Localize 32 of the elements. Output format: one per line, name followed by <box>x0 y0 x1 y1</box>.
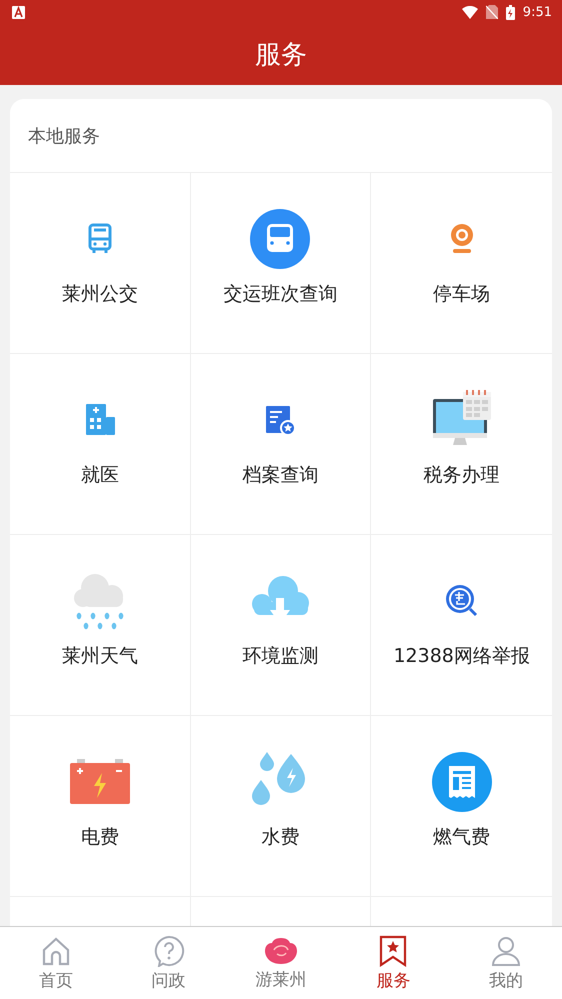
battery-icon <box>68 759 131 805</box>
document-star-icon <box>264 404 296 436</box>
wifi-icon <box>462 6 478 18</box>
section-title: 本地服务 <box>28 124 100 148</box>
star-flag-icon <box>378 934 408 966</box>
service-item[interactable]: 电费 <box>10 716 191 897</box>
service-item[interactable]: 停车场 <box>371 173 552 354</box>
tab[interactable]: 问政 <box>112 927 225 999</box>
app-notification-icon <box>12 6 25 18</box>
bill-icon <box>430 751 493 813</box>
user-icon <box>490 934 521 966</box>
service-item[interactable]: 莱州天气 <box>10 535 191 716</box>
service-item[interactable]: 就医 <box>10 354 191 535</box>
no-sim-icon <box>486 5 498 19</box>
battery-charging-icon <box>506 4 515 20</box>
tab[interactable]: 我的 <box>450 927 562 999</box>
service-item[interactable]: 税务办理 <box>371 354 552 535</box>
search-icon <box>444 583 480 619</box>
page-title: 服务 <box>255 39 307 72</box>
tab[interactable]: 首页 <box>0 927 112 999</box>
service-item[interactable]: 水费 <box>190 716 372 897</box>
bus-icon <box>249 208 312 270</box>
help-icon <box>152 934 185 966</box>
service-item[interactable]: 莱州公交 <box>10 173 191 354</box>
service-item[interactable]: 12388网络举报 <box>371 535 552 716</box>
tab[interactable]: 游莱州 <box>224 927 338 999</box>
status-time: 9:51 <box>522 4 552 20</box>
service-item[interactable]: 交运班次查询 <box>190 173 372 354</box>
tab[interactable]: 服务 <box>337 927 450 999</box>
service-item[interactable]: 燃气费 <box>371 716 552 897</box>
service-item[interactable]: 环境监测 <box>190 535 372 716</box>
service-item[interactable]: 档案查询 <box>190 354 372 535</box>
